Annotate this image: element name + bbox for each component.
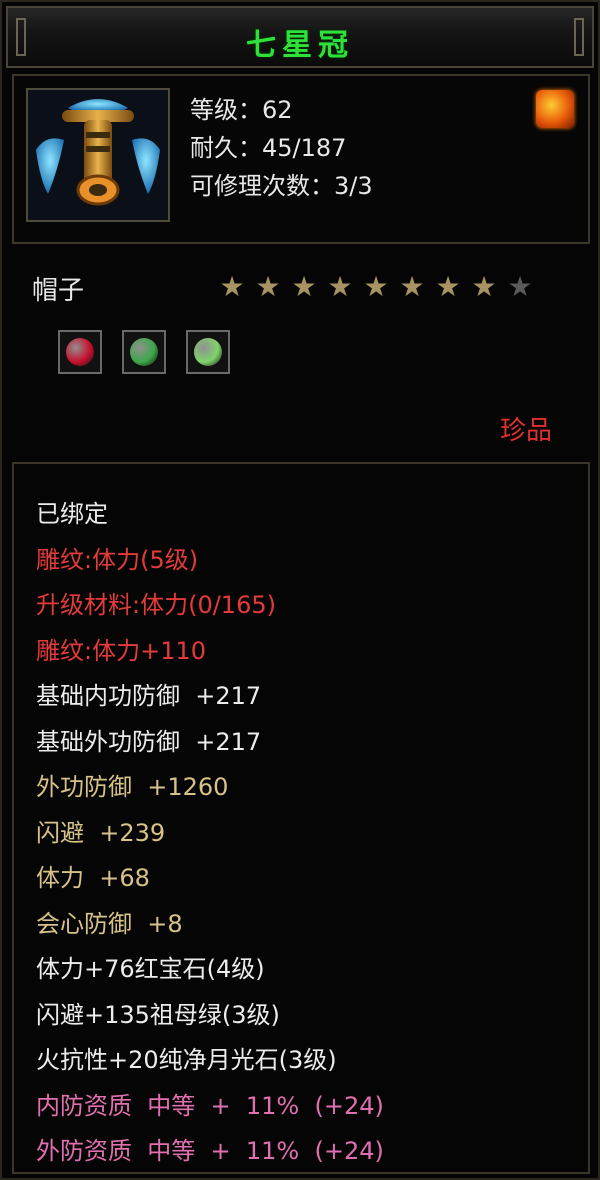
gem-core	[130, 338, 158, 366]
star-empty-icon: ★	[507, 270, 533, 303]
attribute-line: 内防资质 中等 + 11% (+24)	[36, 1091, 384, 1120]
attribute-line: 体力+76红宝石(4级)	[36, 955, 265, 983]
star-filled-icon: ★	[291, 270, 317, 303]
attribute-line: 基础外功防御 +217	[36, 727, 262, 756]
attribute-line: 外防资质 中等 + 11% (+24)	[36, 1137, 384, 1165]
attribute-line: 已绑定	[36, 500, 108, 528]
attribute-line: 基础内功防御 +217	[36, 682, 262, 710]
durability-stat: 耐久：45/187	[190, 134, 347, 162]
item-info-box: 等级：62 耐久：45/187 可修理次数：3/3	[12, 74, 590, 244]
attribute-line: 雕纹:体力+110	[36, 636, 207, 665]
flame-icon[interactable]	[536, 90, 574, 128]
jade-ring-icon[interactable]	[122, 330, 166, 374]
attribute-line: 升级材料:体力(0/165)	[36, 591, 276, 619]
attribute-line: 闪避 +239	[36, 818, 166, 847]
item-title: 七星冠	[246, 28, 354, 63]
title-bar: 七星冠	[6, 6, 594, 68]
helmet-item-icon	[26, 88, 170, 222]
gem-core	[66, 338, 94, 366]
red-gem-icon[interactable]	[58, 330, 102, 374]
attribute-line: 外功防御 +1260	[36, 773, 229, 801]
attribute-details-box: 已绑定雕纹:体力(5级) 升级材料:体力(0/165) 雕纹:体力+110 基础内功防…	[12, 462, 590, 1174]
level-stat: 等级：62	[190, 96, 293, 124]
rarity-label: 珍品	[499, 416, 552, 446]
star-filled-icon: ★	[399, 270, 425, 303]
attribute-line: 闪避+135祖母绿(3级)	[36, 1000, 280, 1029]
attribute-line: 体力 +68	[36, 864, 150, 892]
item-tooltip-panel: 七星冠 等级：62 耐久：45/187 可修理次数：3/3 帽子 ★ ★ ★ ★…	[0, 0, 600, 1180]
star-filled-icon: ★	[471, 270, 497, 303]
attribute-line: 会心防御 +8	[36, 909, 183, 938]
attribute-line: 雕纹:体力(5级)	[36, 545, 199, 574]
star-filled-icon: ★	[435, 270, 461, 303]
star-filled-icon: ★	[219, 270, 245, 303]
attribute-line: 火抗性+20纯净月光石(3级)	[36, 1046, 337, 1074]
star-rating: ★ ★ ★ ★ ★ ★ ★ ★ ★	[214, 272, 538, 302]
item-type-label: 帽子	[32, 276, 85, 306]
star-filled-icon: ★	[255, 270, 281, 303]
star-filled-icon: ★	[327, 270, 353, 303]
star-filled-icon: ★	[363, 270, 389, 303]
repair-count-stat: 可修理次数：3/3	[190, 172, 373, 200]
gem-core	[194, 338, 222, 366]
green-crystal-icon[interactable]	[186, 330, 230, 374]
